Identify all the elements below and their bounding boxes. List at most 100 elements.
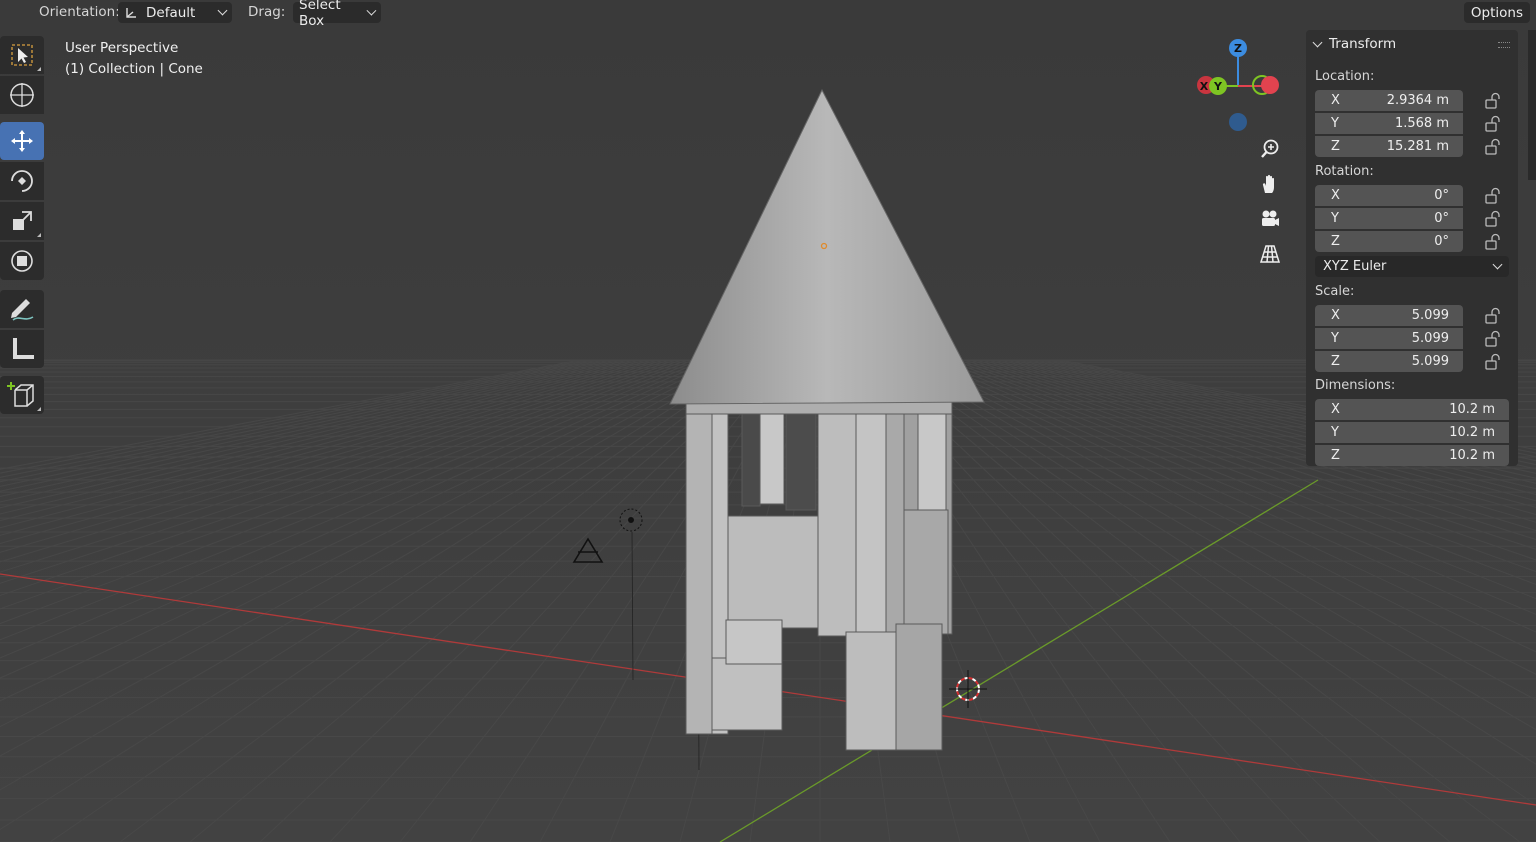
add-cube-icon [7,382,34,407]
dimensions-label: Dimensions: [1315,378,1396,393]
gizmo-z-label: Z [1234,42,1242,55]
perspective-grid-icon [1259,245,1281,263]
location-label: Location: [1315,69,1375,84]
location-x-field[interactable]: X 2.9364 m [1315,90,1463,111]
select-box-icon [11,44,33,66]
rotation-label: Rotation: [1315,164,1374,179]
hand-icon [1262,174,1274,193]
unlock-icon[interactable] [1484,187,1502,205]
rotation-x-field[interactable]: X 0° [1315,185,1463,206]
rotation-mode-value: XYZ Euler [1323,259,1387,274]
viewport-header: Orientation: Default Drag: Select Box Op… [0,0,1536,29]
move-tool[interactable] [0,122,44,160]
tool-variant-indicator [37,67,41,71]
options-button[interactable]: Options [1463,2,1530,23]
measure-ruler-icon [13,338,34,359]
gizmo-x-label: X [1200,80,1209,93]
field-value: 2.9364 m [1386,93,1449,108]
axis-label: X [1331,308,1340,323]
chevron-down-icon [366,5,377,16]
camera-view-button[interactable] [1254,203,1286,235]
active-object-context: (1) Collection | Cone [65,61,203,77]
scale-x-field[interactable]: X 5.099 [1315,305,1463,326]
scale-label: Scale: [1315,284,1355,299]
options-label: Options [1470,4,1523,21]
location-y-field[interactable]: Y 1.568 m [1315,113,1463,134]
rotate-tool[interactable] [0,162,44,200]
orientation-dropdown[interactable]: Default [118,2,232,23]
field-value: 10.2 m [1449,402,1495,417]
transform-panel: Transform Location: X 2.9364 m Y 1.568 m Z… [1306,30,1518,466]
tool-variant-indicator [37,233,41,237]
chevron-down-icon [1312,37,1323,47]
orientation-label: Orientation: [39,4,120,20]
viewport-info: User Perspective (1) Collection | Cone [65,38,203,80]
unlock-icon[interactable] [1484,138,1502,156]
perspective-toggle-button[interactable] [1254,238,1286,270]
axis-label: Z [1331,354,1340,369]
field-value: 10.2 m [1449,425,1495,440]
field-value: 10.2 m [1449,448,1495,463]
axis-label: Z [1331,234,1340,249]
field-value: 5.099 [1411,308,1449,323]
gizmo-y-label: Y [1213,80,1223,93]
drag-dropdown[interactable]: Select Box [293,0,381,29]
field-value: 0° [1434,234,1449,249]
measure-tool[interactable] [0,330,44,368]
select-box-tool[interactable] [0,36,44,74]
chevron-down-icon [1492,259,1503,270]
transform-panel-header[interactable]: Transform [1312,36,1397,52]
unlock-icon[interactable] [1484,92,1502,110]
axis-label: X [1331,402,1340,417]
camera-icon [1262,210,1279,226]
axis-label: Y [1331,425,1339,440]
scale-icon [13,211,32,230]
pan-button[interactable] [1254,168,1286,200]
unlock-icon[interactable] [1484,330,1502,348]
rotation-z-field[interactable]: Z 0° [1315,231,1463,252]
drag-label: Drag: [248,4,286,20]
axis-label: Z [1331,448,1340,463]
tool-variant-indicator [37,407,41,411]
rotation-mode-dropdown[interactable]: XYZ Euler [1315,256,1509,277]
scale-y-field[interactable]: Y 5.099 [1315,328,1463,349]
chevron-down-icon [217,5,228,16]
axis-label: Y [1331,211,1339,226]
dimensions-y-field[interactable]: Y 10.2 m [1315,422,1509,443]
axis-label: Y [1331,331,1339,346]
location-z-field[interactable]: Z 15.281 m [1315,136,1463,157]
field-value: 0° [1434,211,1449,226]
field-value: 5.099 [1411,331,1449,346]
axis-label: X [1331,188,1340,203]
cursor-tool[interactable] [0,76,44,114]
zoom-button[interactable] [1254,133,1286,165]
field-value: 1.568 m [1394,116,1449,131]
transform-tool[interactable] [0,242,44,280]
axis-label: X [1331,93,1340,108]
drag-grip-icon[interactable] [1498,42,1510,48]
scale-tool[interactable] [0,202,44,240]
orientation-value: Default [146,4,196,21]
scale-z-field[interactable]: Z 5.099 [1315,351,1463,372]
annotate-pencil-icon [11,299,34,321]
unlock-icon[interactable] [1484,115,1502,133]
zoom-magnifier-icon [1261,139,1279,158]
unlock-icon[interactable] [1484,210,1502,228]
unlock-icon[interactable] [1484,353,1502,371]
field-value: 15.281 m [1386,139,1449,154]
dimensions-z-field[interactable]: Z 10.2 m [1315,445,1509,466]
rotation-y-field[interactable]: Y 0° [1315,208,1463,229]
sidebar-tabs-strip[interactable] [1528,30,1536,180]
transform-icon [11,250,33,272]
field-value: 0° [1434,188,1449,203]
annotate-tool[interactable] [0,290,44,328]
move-arrows-icon [11,130,33,152]
drag-value: Select Box [299,0,341,29]
transform-title: Transform [1329,36,1397,52]
unlock-icon[interactable] [1484,307,1502,325]
unlock-icon[interactable] [1484,233,1502,251]
orientation-gizmo-icon [124,6,138,20]
view-name: User Perspective [65,40,179,56]
add-cube-tool[interactable] [0,376,44,414]
dimensions-x-field[interactable]: X 10.2 m [1315,399,1509,420]
